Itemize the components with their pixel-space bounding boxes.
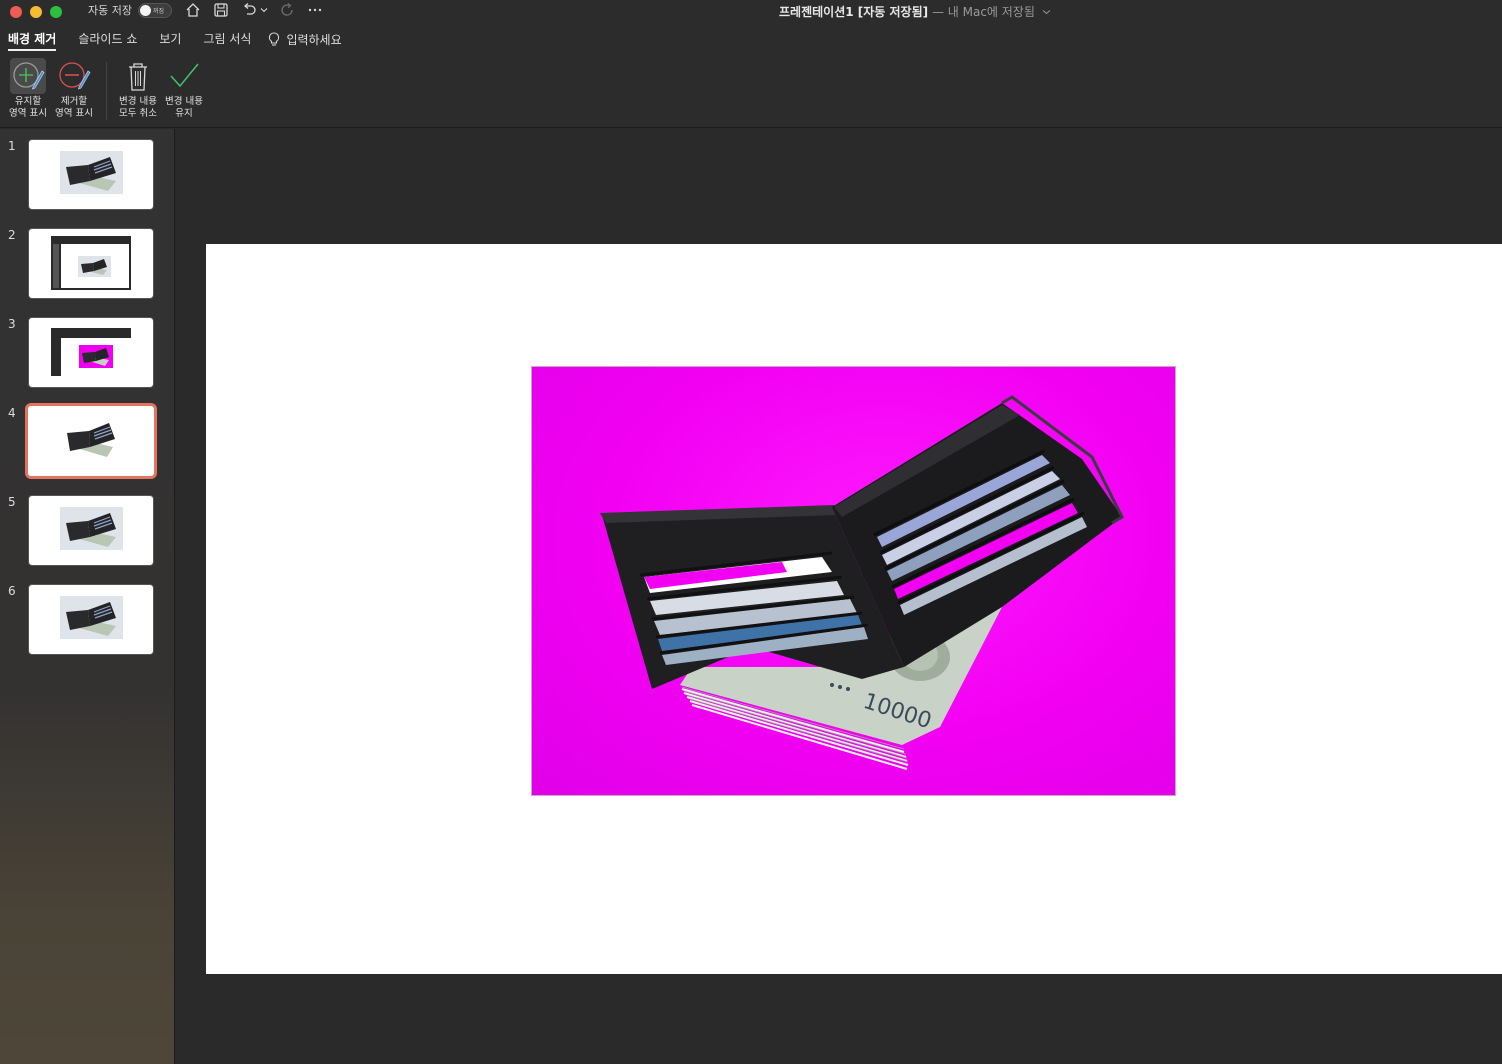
document-title[interactable]: 프레젠테이션1 [자동 저장됨] — 내 Mac에 저장됨 — [779, 3, 1051, 20]
title-chevron-down-icon — [1042, 10, 1051, 15]
discard-label-2: 모두 취소 — [119, 108, 157, 119]
document-location: — 내 Mac에 저장됨 — [928, 5, 1035, 19]
slide-thumbnail[interactable] — [28, 139, 154, 210]
keep-changes-button[interactable]: 변경 내용 유지 — [161, 58, 207, 120]
discard-all-changes-button[interactable]: 변경 내용 모두 취소 — [115, 58, 161, 120]
slide-thumbnail[interactable] — [28, 317, 154, 388]
keep-changes-label-2: 유지 — [175, 108, 193, 119]
quick-access-toolbar — [184, 1, 324, 19]
more-icon[interactable] — [306, 1, 324, 19]
tab-slide-show[interactable]: 슬라이드 쇼 — [67, 24, 148, 54]
slide-thumbnail-row[interactable]: 2 — [0, 228, 175, 304]
autosave-label: 자동 저장 — [88, 4, 132, 17]
minimize-window-button[interactable] — [30, 6, 42, 18]
slide-number: 1 — [8, 139, 16, 153]
slide-thumbnail-row[interactable]: 4 — [0, 403, 175, 482]
screenshot-thumbnail — [51, 236, 131, 290]
magenta-photo-thumbnail — [79, 345, 113, 368]
tell-me-box[interactable]: 입력하세요 — [268, 31, 342, 48]
slide-thumbnail-row[interactable]: 5 — [0, 495, 175, 571]
slide-editor[interactable]: 10000 — [176, 129, 1502, 1064]
slide-number: 5 — [8, 495, 16, 509]
ribbon-remove-background: 유지할 영역 표시 제거할 영역 표시 변경 내용 모두 취소 변경 내용 유지 — [0, 54, 1502, 128]
checkmark-icon — [166, 58, 202, 94]
selected-slide-thumbnail[interactable] — [25, 403, 157, 479]
mark-areas-to-remove-button[interactable]: 제거할 영역 표시 — [51, 58, 97, 120]
keep-changes-label-1: 변경 내용 — [165, 96, 203, 107]
mark-keep-icon — [10, 58, 46, 94]
tab-picture-format[interactable]: 그림 서식 — [192, 24, 262, 54]
wallet-cutout-thumbnail — [61, 419, 121, 459]
close-window-button[interactable] — [10, 6, 22, 18]
fullscreen-window-button[interactable] — [50, 6, 62, 18]
slide-thumbnail[interactable] — [28, 228, 154, 299]
slide-thumbnail-panel[interactable]: 1 2 3 4 5 6 — [0, 129, 175, 1064]
toggle-knob — [139, 4, 151, 16]
tab-view[interactable]: 보기 — [148, 24, 192, 54]
mark-remove-icon — [56, 58, 92, 94]
wallet-illustration: 10000 — [600, 395, 1124, 770]
autosave-state: 꺼짐 — [152, 7, 165, 15]
discard-label-1: 변경 내용 — [119, 96, 157, 107]
tell-me-label: 입력하세요 — [286, 32, 342, 47]
slide-thumbnail-row[interactable]: 3 — [0, 317, 175, 393]
lightbulb-icon — [269, 31, 280, 46]
trash-icon — [120, 58, 156, 94]
screenshot-toolbar-thumbnail — [51, 328, 131, 338]
slide-thumbnail[interactable] — [28, 584, 154, 655]
mark-remove-label-1: 제거할 — [60, 96, 88, 107]
screenshot-sidebar-thumbnail — [51, 328, 61, 376]
current-slide[interactable]: 10000 — [206, 244, 1502, 974]
undo-dropdown-chevron-icon[interactable] — [260, 1, 268, 19]
mark-keep-label-1: 유지할 — [14, 96, 42, 107]
mark-keep-label-2: 영역 표시 — [9, 108, 47, 119]
redo-icon[interactable] — [278, 1, 296, 19]
window-controls — [10, 6, 62, 18]
wallet-photo-thumbnail — [60, 151, 123, 194]
wallet-photo-thumbnail — [60, 507, 123, 550]
mark-areas-to-keep-button[interactable]: 유지할 영역 표시 — [5, 58, 51, 120]
ribbon-tab-bar: 배경 제거 슬라이드 쇼 보기 그림 서식 입력하세요 — [0, 24, 1502, 54]
background-removal-picture[interactable]: 10000 — [531, 366, 1176, 796]
tab-remove-background[interactable]: 배경 제거 — [0, 24, 67, 54]
slide-number: 3 — [8, 317, 16, 331]
save-icon[interactable] — [212, 1, 230, 19]
wallet-photo-thumbnail — [60, 596, 123, 639]
autosave-toggle[interactable]: 꺼짐 — [137, 2, 172, 18]
slide-number: 4 — [8, 406, 16, 420]
slide-number: 2 — [8, 228, 16, 242]
slide-thumbnail-row[interactable]: 1 — [0, 139, 175, 215]
document-name: 프레젠테이션1 [자동 저장됨] — [779, 5, 929, 19]
autosave-control: 자동 저장 꺼짐 — [88, 2, 172, 18]
title-bar: 자동 저장 꺼짐 프레젠테이션1 [자동 저장됨] — 내 Mac에 저장됨 — [0, 0, 1502, 24]
slide-number: 6 — [8, 584, 16, 598]
undo-icon[interactable] — [240, 1, 258, 19]
ribbon-separator — [106, 62, 107, 120]
slide-thumbnail[interactable] — [28, 495, 154, 566]
home-icon[interactable] — [184, 1, 202, 19]
mark-remove-label-2: 영역 표시 — [55, 108, 93, 119]
slide-thumbnail-row[interactable]: 6 — [0, 584, 175, 660]
